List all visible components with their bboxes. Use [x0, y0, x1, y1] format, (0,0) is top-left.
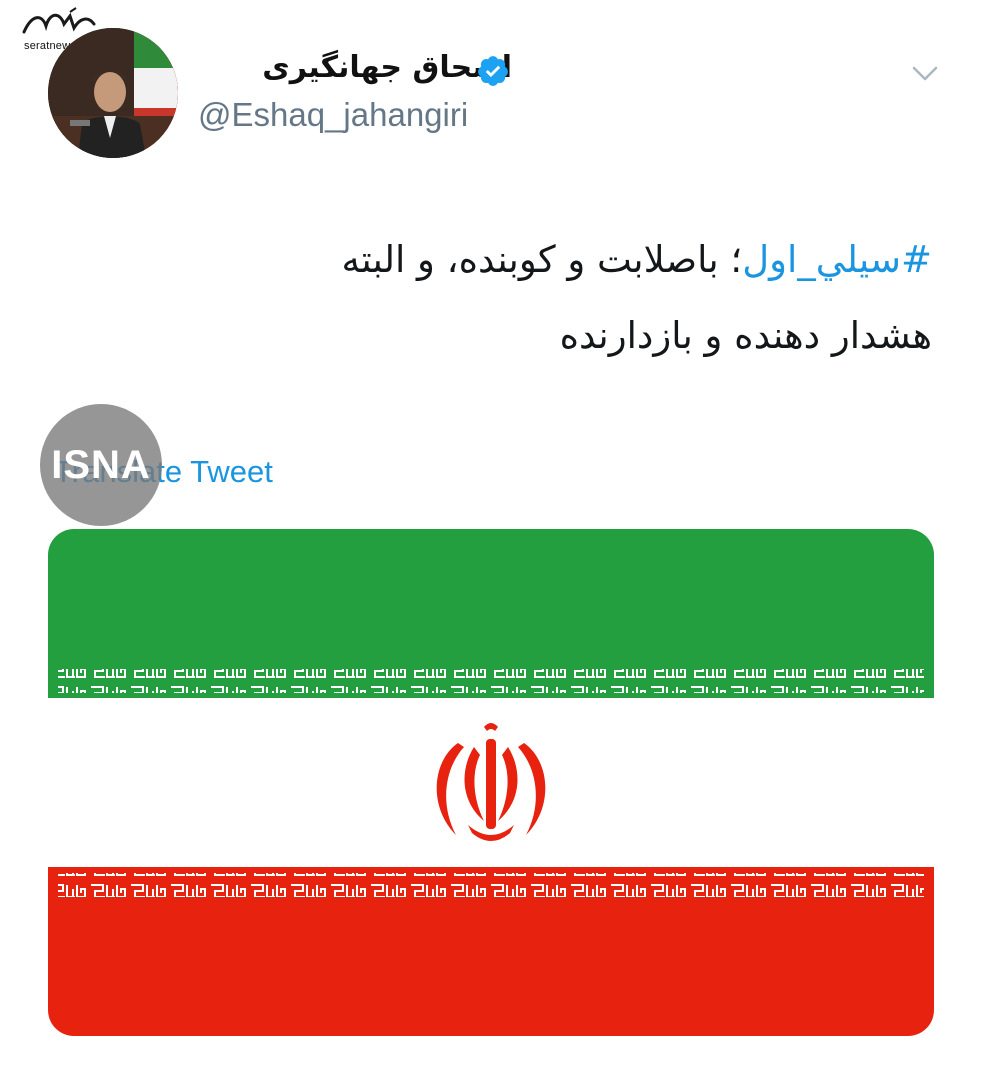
tweet-media-image[interactable]: [48, 529, 934, 1036]
tweet-text-line-1: #سیلي_اول؛ باصلابت و کوبنده، و البته: [132, 222, 932, 298]
isna-watermark: ISNA: [40, 404, 162, 526]
chevron-down-icon[interactable]: [908, 58, 942, 88]
hashtag-link[interactable]: #سیلي_اول: [742, 238, 932, 281]
verified-badge-icon: [478, 56, 508, 86]
isna-label: ISNA: [51, 443, 151, 487]
tweet-text-line-1-rest: ؛ باصلابت و کوبنده، و البته: [341, 238, 743, 281]
avatar-photo: [48, 28, 178, 158]
iran-flag-image: [48, 529, 934, 1036]
author-avatar[interactable]: [48, 28, 178, 158]
author-handle[interactable]: @Eshaq_jahangiri: [198, 96, 468, 134]
takbir-border-bottom: [58, 873, 924, 897]
author-name[interactable]: اسحاق جهانگیری: [262, 50, 512, 85]
tweet-text: #سیلي_اول؛ باصلابت و کوبنده، و البته هشد…: [132, 222, 932, 374]
tweet-text-line-2: هشدار دهنده و بازدارنده: [559, 314, 932, 357]
takbir-border-top: [58, 669, 924, 693]
